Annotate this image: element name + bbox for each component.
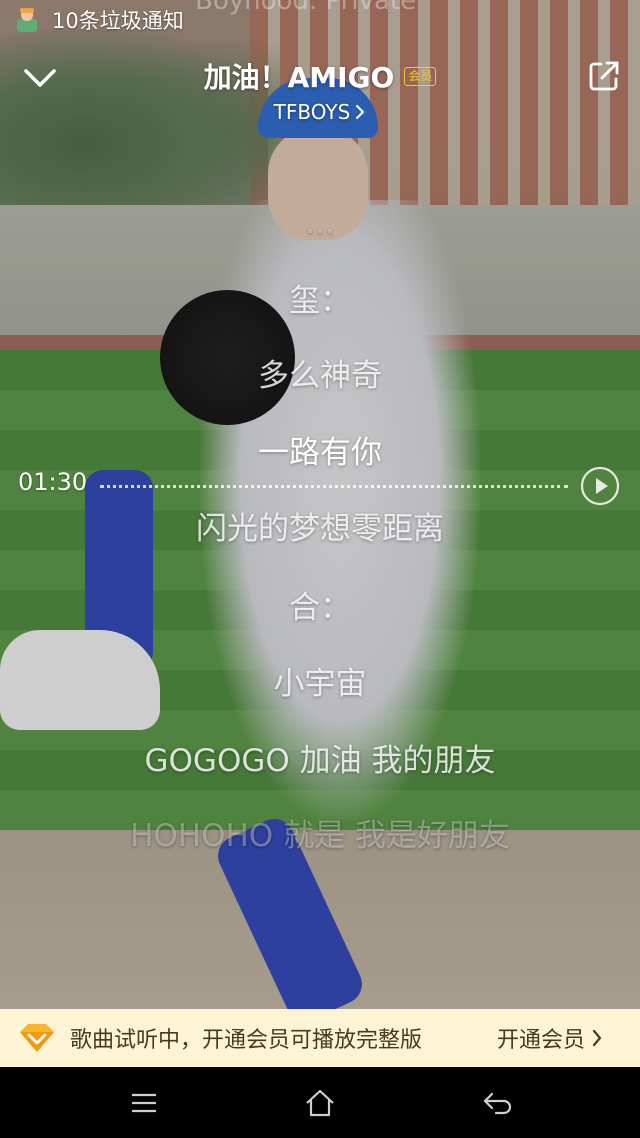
play-from-here-button[interactable] — [580, 466, 620, 506]
lyric-line: 玺： — [289, 283, 351, 319]
vip-badge: 会员 — [404, 66, 437, 86]
diamond-icon — [18, 1019, 56, 1057]
home-button[interactable] — [300, 1085, 340, 1121]
lyric-line: 多么神奇 — [258, 358, 382, 394]
player-header: 加油！AMIGO 会员 TFBOYS — [0, 50, 640, 130]
trial-message: 歌曲试听中，开通会员可播放完整版 — [70, 1028, 423, 1053]
artist-name: TFBOYS — [273, 100, 351, 124]
home-icon — [306, 1089, 334, 1117]
back-button[interactable] — [478, 1085, 518, 1121]
lyric-line: HOHOHO 就是 我是好朋友 — [130, 818, 510, 854]
background-ghost-text: Boyhood. Private — [195, 0, 417, 16]
open-vip-label: 开通会员 — [497, 1028, 586, 1053]
menu-icon — [132, 1093, 156, 1113]
notification-text: 10条垃圾通知 — [52, 9, 184, 33]
lyric-line: 小宇宙 — [273, 666, 367, 702]
seek-line — [100, 485, 568, 490]
song-title: 加油！AMIGO — [203, 61, 395, 94]
back-arrow-icon — [483, 1092, 512, 1115]
artist-link[interactable]: TFBOYS — [0, 100, 640, 124]
lyric-line: ... — [305, 205, 335, 241]
lyric-line: 合： — [289, 590, 351, 626]
system-nav-bar — [0, 1067, 640, 1138]
menu-button[interactable] — [124, 1085, 164, 1121]
chevron-right-icon — [591, 1028, 603, 1048]
play-icon — [580, 466, 620, 506]
lyric-seek-row: 01:30 — [0, 462, 640, 510]
status-bar: Boyhood. Private 10条垃圾通知 — [0, 0, 640, 40]
trial-banner[interactable]: 歌曲试听中，开通会员可播放完整版 开通会员 — [0, 1009, 640, 1067]
cleaner-app-icon — [10, 3, 44, 37]
lyrics-panel[interactable]: ... 玺： 多么神奇 一路有你 闪光的梦想零距离 合： 小宇宙 GOGOGO … — [0, 185, 640, 854]
chevron-right-icon — [354, 103, 366, 121]
share-icon — [589, 61, 619, 91]
player-screen: Boyhood. Private 10条垃圾通知 加油！AMIGO 会员 TFB… — [0, 0, 640, 1138]
title-row: 加油！AMIGO 会员 — [0, 56, 640, 96]
seek-time: 01:30 — [18, 468, 88, 496]
share-button[interactable] — [582, 54, 626, 98]
open-vip-button[interactable]: 开通会员 — [497, 1009, 603, 1067]
lyric-line: GOGOGO 加油 我的朋友 — [144, 743, 496, 779]
